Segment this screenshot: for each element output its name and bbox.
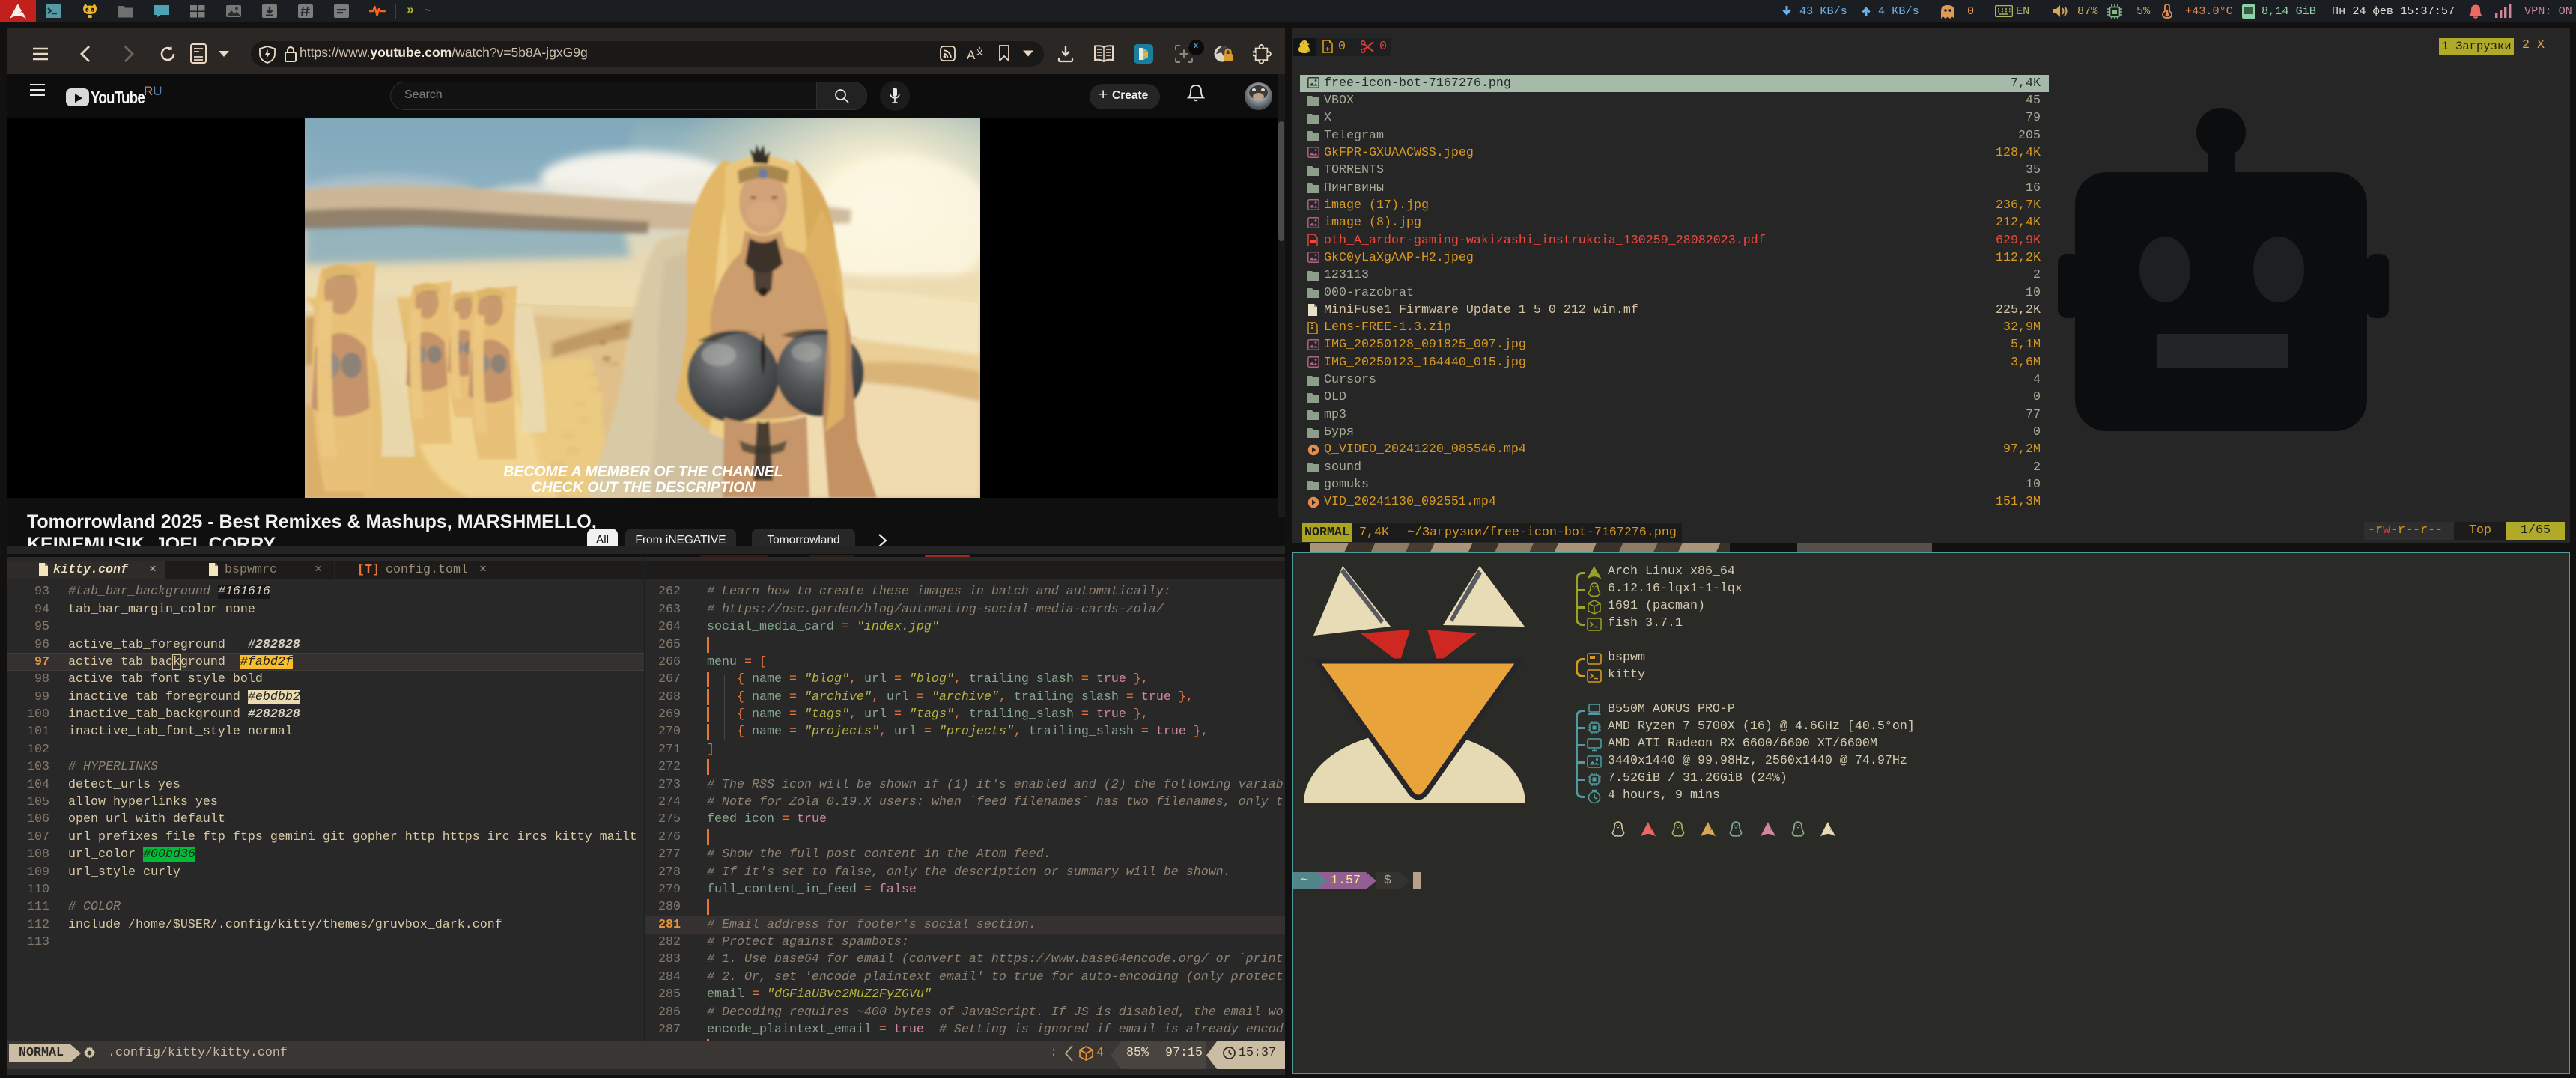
svg-text:BECOME A MEMBER OF THE CHANNEL: BECOME A MEMBER OF THE CHANNEL bbox=[503, 463, 783, 480]
svg-text:CHECK OUT THE DESCRIPTION: CHECK OUT THE DESCRIPTION bbox=[531, 479, 756, 496]
